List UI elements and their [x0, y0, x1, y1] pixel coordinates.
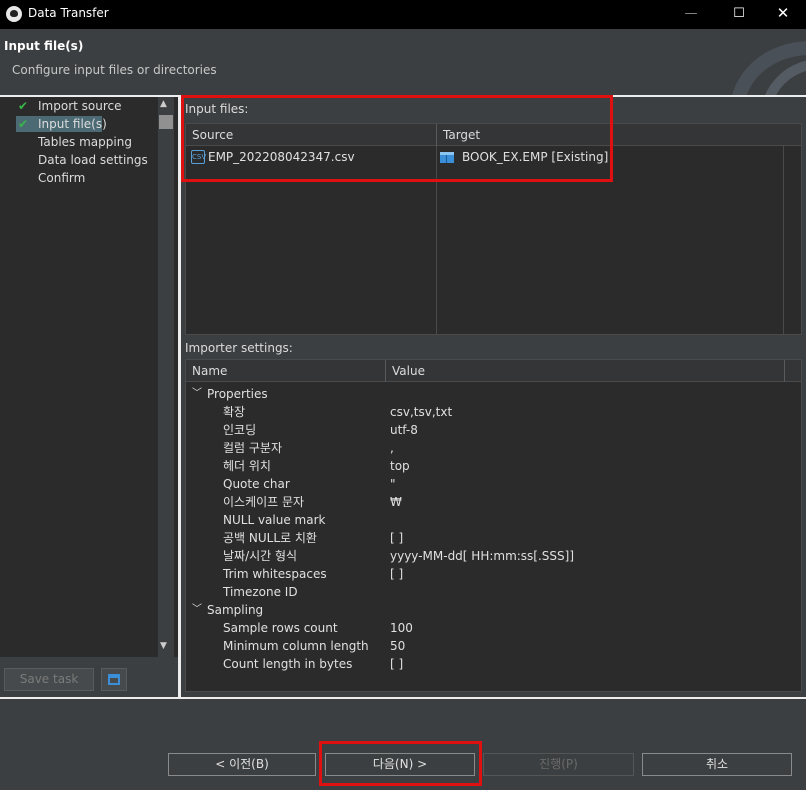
wizard-footer: < 이전(B) 다음(N) > 진행(P) 취소: [0, 699, 806, 790]
title-bar: Data Transfer — ☐ ✕: [0, 0, 806, 29]
property-row[interactable]: NULL value mark: [186, 511, 801, 529]
property-row[interactable]: Count length in bytes [ ]: [186, 655, 801, 673]
group-label: Properties: [207, 387, 268, 401]
nav-scrollbar[interactable]: ▲ ▼: [158, 97, 174, 657]
scroll-up-icon[interactable]: ▲: [160, 99, 167, 109]
column-header-spacer: [784, 360, 802, 382]
cancel-button[interactable]: 취소: [642, 753, 792, 776]
property-row[interactable]: 인코딩 utf-8: [186, 421, 801, 439]
property-name: 컬럼 구분자: [223, 441, 283, 455]
property-name: Trim whitespaces: [223, 567, 327, 581]
window-title: Data Transfer: [28, 6, 109, 20]
property-row[interactable]: 확장 csv,tsv,txt: [186, 403, 801, 421]
checkmark-icon: ✔: [18, 99, 29, 113]
property-value[interactable]: top: [390, 457, 410, 475]
wizard-steps-nav: ✔ Import source ✔ Input file(s) Tables m…: [0, 97, 178, 657]
settings-header: Name Value: [186, 360, 801, 382]
scroll-thumb[interactable]: [159, 115, 173, 129]
property-name: Quote char: [223, 477, 290, 491]
property-row[interactable]: 날짜/시간 형식 yyyy-MM-dd[ HH:mm:ss[.SSS]]: [186, 547, 801, 565]
nav-item-label: Data load settings: [38, 153, 148, 167]
nav-item-label: Confirm: [38, 171, 86, 185]
nav-item-input-files[interactable]: ✔ Input file(s): [16, 116, 107, 132]
chevron-down-icon[interactable]: ﹀: [192, 385, 202, 403]
group-label: Sampling: [207, 603, 264, 617]
property-value[interactable]: ": [390, 475, 396, 493]
property-value[interactable]: ,: [390, 439, 394, 457]
task-tool-button[interactable]: [101, 668, 127, 691]
input-files-table[interactable]: Source Target CSV EMP_202208042347.csv B…: [185, 123, 802, 335]
column-header-value[interactable]: Value: [385, 360, 784, 382]
property-value[interactable]: [ ]: [390, 529, 403, 547]
group-properties[interactable]: ﹀ Properties: [186, 385, 801, 403]
property-name: Timezone ID: [223, 585, 298, 599]
property-row[interactable]: 이스케이프 문자 ₩: [186, 493, 801, 511]
nav-item-label: Input file(s): [38, 117, 107, 131]
source-cell: EMP_202208042347.csv: [208, 150, 355, 164]
property-value[interactable]: 50: [390, 637, 405, 655]
property-name: 날짜/시간 형식: [223, 549, 298, 563]
property-row[interactable]: 컬럼 구분자,: [186, 439, 801, 457]
property-name: Count length in bytes: [223, 657, 353, 671]
nav-item-label: Tables mapping: [38, 135, 132, 149]
scroll-down-icon[interactable]: ▼: [160, 641, 167, 651]
next-button[interactable]: 다음(N) >: [325, 753, 475, 776]
property-value[interactable]: ₩: [390, 493, 402, 511]
back-button[interactable]: < 이전(B): [168, 753, 316, 776]
wizard-header: Input file(s) Configure input files or d…: [0, 29, 806, 96]
property-name: 이스케이프 문자: [223, 495, 305, 509]
property-value[interactable]: yyyy-MM-dd[ HH:mm:ss[.SSS]]: [390, 547, 574, 565]
task-config-icon: [108, 674, 120, 685]
nav-item-data-load-settings[interactable]: Data load settings: [16, 152, 156, 168]
save-task-button[interactable]: Save task: [4, 668, 94, 691]
importer-settings-label: Importer settings:: [185, 341, 293, 355]
column-header-name[interactable]: Name: [186, 360, 385, 382]
nav-item-label: Import source: [38, 99, 122, 113]
column-divider: [783, 146, 784, 334]
property-name: NULL value mark: [223, 513, 326, 527]
property-row[interactable]: Timezone ID: [186, 583, 801, 601]
minimize-button[interactable]: —: [668, 0, 714, 29]
property-row[interactable]: 공백 NULL로 치환 [ ]: [186, 529, 801, 547]
property-value[interactable]: utf-8: [390, 421, 418, 439]
page-title: Input file(s): [4, 39, 84, 53]
property-row[interactable]: Quote char ": [186, 475, 801, 493]
property-value[interactable]: csv,tsv,txt: [390, 403, 452, 421]
property-value[interactable]: 100: [390, 619, 413, 637]
property-row[interactable]: Minimum column length 50: [186, 637, 801, 655]
column-header-target[interactable]: Target: [436, 124, 802, 146]
nav-footer: Save task: [0, 657, 178, 697]
property-row[interactable]: Trim whitespaces [ ]: [186, 565, 801, 583]
property-row[interactable]: 헤더 위치 top: [186, 457, 801, 475]
group-sampling[interactable]: ﹀ Sampling: [186, 601, 801, 619]
property-name: 헤더 위치: [223, 459, 271, 473]
target-cell: BOOK_EX.EMP [Existing]: [462, 150, 609, 164]
property-name: Minimum column length: [223, 639, 369, 653]
close-button[interactable]: ✕: [760, 0, 806, 29]
nav-item-import-source[interactable]: ✔ Import source: [16, 98, 156, 114]
column-header-source[interactable]: Source: [186, 124, 436, 146]
content-panel: Input files: Source Target CSV EMP_20220…: [181, 97, 806, 697]
page-description: Configure input files or directories: [12, 63, 217, 77]
input-files-header: Source Target: [186, 124, 801, 146]
chevron-down-icon[interactable]: ﹀: [192, 601, 202, 619]
nav-item-confirm[interactable]: Confirm: [16, 170, 156, 186]
property-value[interactable]: [ ]: [390, 565, 403, 583]
input-files-label: Input files:: [185, 102, 249, 116]
property-value[interactable]: [ ]: [390, 655, 403, 673]
checkmark-icon: ✔: [18, 117, 29, 131]
csv-file-icon: CSV: [191, 150, 206, 164]
app-logo-icon: [6, 6, 22, 22]
property-name: 공백 NULL로 치환: [223, 531, 317, 545]
importer-settings-table[interactable]: Name Value ﹀ Properties 확장 csv,tsv,txt 인코…: [185, 359, 802, 692]
maximize-button[interactable]: ☐: [716, 0, 762, 29]
property-name: 인코딩: [223, 423, 257, 437]
run-button[interactable]: 진행(P): [483, 753, 634, 776]
table-icon: [440, 152, 454, 163]
property-row[interactable]: Sample rows count 100: [186, 619, 801, 637]
property-name: Sample rows count: [223, 621, 338, 635]
nav-item-tables-mapping[interactable]: Tables mapping: [16, 134, 156, 150]
property-name: 확장: [223, 405, 246, 419]
column-divider: [436, 146, 437, 334]
